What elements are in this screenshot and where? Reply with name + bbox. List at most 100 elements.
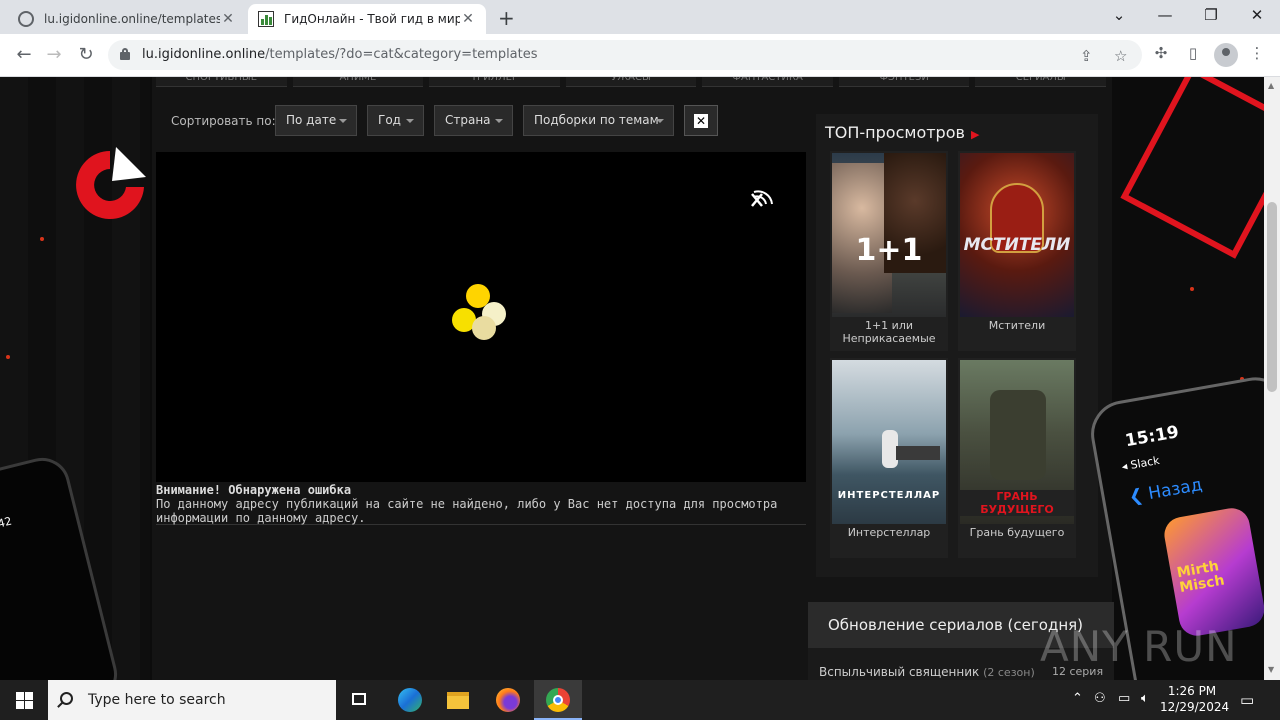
caret-down-icon: [339, 119, 347, 123]
collections-dropdown[interactable]: Подборки по темам: [523, 105, 674, 136]
sort-by-date-dropdown[interactable]: По дате: [275, 105, 357, 136]
poster-title: МСТИТЕЛИ: [963, 235, 1071, 255]
caret-down-icon: [495, 119, 503, 123]
phone-back-label: ❮ Назад: [1127, 474, 1204, 508]
new-tab-button[interactable]: +: [498, 6, 515, 30]
video-player[interactable]: [156, 152, 806, 482]
scroll-up-arrow-icon[interactable]: ▲: [1268, 81, 1274, 90]
movie-card[interactable]: ГРАНЬ БУДУЩЕГО Грань будущего: [958, 358, 1076, 558]
nav-item[interactable]: ТРИЛЛЕР: [429, 77, 560, 87]
movie-card[interactable]: 1+1 1+1 или Неприкасаемые: [830, 151, 948, 351]
movie-title: Мстители: [988, 319, 1046, 332]
game-app-icon: Mirth Misch: [1161, 505, 1264, 639]
top-views-panel: ТОП-просмотров ▶ 1+1 1+1 или Неприкасаемы…: [816, 114, 1098, 577]
background-red-frame: [1120, 77, 1264, 259]
tray-chevron-icon[interactable]: ⌃: [1072, 691, 1083, 706]
extensions-icon[interactable]: ✣: [1150, 44, 1172, 66]
top-views-heading: ТОП-просмотров ▶: [825, 123, 980, 142]
address-bar[interactable]: lu.igidonline.online/templates/?do=cat&c…: [108, 40, 1142, 70]
reload-button[interactable]: ↻: [74, 43, 98, 67]
cast-off-icon[interactable]: [750, 182, 776, 208]
movie-card[interactable]: МСТИТЕЛИ Мстители: [958, 151, 1076, 351]
tab-2[interactable]: ГидОнлайн - Твой гид в мире к ✕: [248, 4, 486, 34]
poster-title: ИНТЕРСТЕЛЛАР: [837, 490, 941, 501]
taskbar-search-box[interactable]: Type here to search: [48, 680, 336, 720]
back-button[interactable]: ←: [12, 43, 36, 67]
nav-item[interactable]: СЕРИАЛЫ: [975, 77, 1107, 87]
tab-search-chevron-icon[interactable]: ⌄: [1096, 4, 1142, 26]
firefox-icon[interactable]: [484, 680, 532, 720]
series-update-row[interactable]: Вспыльчивый священник (2 сезон): [819, 665, 1035, 679]
scroll-thumb[interactable]: [1267, 202, 1277, 392]
forward-button[interactable]: →: [42, 43, 66, 67]
edge-icon[interactable]: [386, 680, 434, 720]
scroll-down-arrow-icon[interactable]: ▼: [1268, 665, 1274, 674]
file-explorer-icon[interactable]: [434, 680, 482, 720]
nav-item[interactable]: АНИМЕ: [292, 77, 424, 87]
caret-down-icon: [406, 119, 414, 123]
tab-strip: lu.igidonline.online/templates/g ✕ ГидОн…: [0, 0, 1280, 34]
browser-toolbar: ← → ↻ lu.igidonline.online/templates/?do…: [0, 34, 1280, 77]
movie-poster: ИНТЕРСТЕЛЛАР: [832, 360, 946, 524]
side-panel-icon[interactable]: ▯: [1182, 44, 1204, 66]
play-triangle-icon: ▶: [970, 128, 980, 141]
close-window-button[interactable]: ✕: [1234, 4, 1280, 26]
sort-by-date-label: По дате: [286, 113, 337, 127]
nav-item[interactable]: СПОРТИВНЫЕ: [156, 77, 287, 87]
loading-spinner-icon: [452, 284, 512, 344]
close-tab-icon[interactable]: ✕: [460, 11, 476, 27]
windows-start-icon[interactable]: [0, 680, 48, 720]
sort-by-country-dropdown[interactable]: Страна: [434, 105, 513, 136]
sort-label: Сортировать по:: [171, 114, 276, 128]
tab-1[interactable]: lu.igidonline.online/templates/g ✕: [8, 4, 246, 34]
phone-time: 15:19: [1123, 422, 1181, 452]
nav-item[interactable]: УЖАСЫ: [565, 77, 697, 87]
chrome-icon[interactable]: [534, 680, 582, 720]
error-message: Внимание! Обнаружена ошибка По данному а…: [156, 483, 806, 525]
error-heading: Внимание! Обнаружена ошибка: [156, 483, 352, 497]
clock-time: 1:26 PM: [1167, 684, 1217, 698]
minimize-button[interactable]: —: [1142, 4, 1188, 26]
genre-nav: СПОРТИВНЫЕ АНИМЕ ТРИЛЛЕР УЖАСЫ ФАНТАСТИК…: [156, 77, 1107, 87]
clock-date: 12/29/2024: [1160, 700, 1230, 714]
error-text: По данному адресу публикаций на сайте не…: [156, 497, 778, 525]
movie-title: Грань будущего: [969, 526, 1065, 539]
page-scrollbar[interactable]: ▲ ▼: [1264, 77, 1280, 680]
movie-poster: ГРАНЬ БУДУЩЕГО: [960, 360, 1074, 524]
nav-item[interactable]: ФАНТАСТИКА: [702, 77, 833, 87]
spark-decoration: [1190, 287, 1194, 291]
reset-filters-button[interactable]: ✕: [684, 105, 718, 136]
menu-kebab-icon[interactable]: ⋮: [1246, 44, 1268, 66]
share-icon[interactable]: ⇪: [1080, 47, 1093, 65]
sort-by-country-label: Страна: [445, 113, 491, 127]
search-icon: [60, 692, 73, 705]
poster-title: ГРАНЬ БУДУЩЕГО: [960, 490, 1074, 516]
movie-poster: МСТИТЕЛИ: [960, 153, 1074, 317]
sort-by-year-label: Год: [378, 113, 401, 127]
bookmark-star-icon[interactable]: ☆: [1114, 47, 1127, 65]
globe-icon: [18, 11, 34, 27]
notifications-icon[interactable]: ▭: [1240, 691, 1254, 709]
network-icon[interactable]: ▭: [1118, 691, 1130, 706]
maximize-button[interactable]: ❐: [1188, 4, 1234, 26]
sort-by-year-dropdown[interactable]: Год: [367, 105, 424, 136]
poster-title: 1+1: [855, 233, 923, 268]
windows-taskbar: Type here to search ⌃ ⚇ ▭ 🔈︎ 1:26 PM 12/…: [0, 680, 1280, 720]
movie-title: 1+1 или Неприкасаемые: [842, 319, 936, 345]
lock-icon: [120, 48, 130, 60]
profile-avatar-icon[interactable]: [1214, 43, 1238, 67]
collections-label: Подборки по темам: [534, 113, 659, 127]
task-view-icon[interactable]: [336, 680, 384, 720]
people-icon[interactable]: ⚇: [1094, 691, 1106, 706]
movie-title: Интерстеллар: [847, 526, 931, 539]
movie-card[interactable]: ИНТЕРСТЕЛЛАР Интерстеллар: [830, 358, 948, 558]
site-logo-icon[interactable]: [72, 147, 148, 223]
anyrun-watermark: ANY RUN: [1040, 622, 1238, 671]
close-tab-icon[interactable]: ✕: [220, 11, 236, 27]
taskbar-clock[interactable]: 1:26 PM 12/29/2024: [1160, 683, 1230, 715]
spark-decoration: [6, 355, 10, 359]
nav-item[interactable]: ФЭНТЕЗИ: [838, 77, 970, 87]
sort-bar: Сортировать по: По дате Год Страна Подбо…: [156, 105, 806, 139]
tab-1-title: lu.igidonline.online/templates/g: [44, 12, 220, 26]
volume-icon[interactable]: 🔈︎: [1141, 691, 1149, 706]
